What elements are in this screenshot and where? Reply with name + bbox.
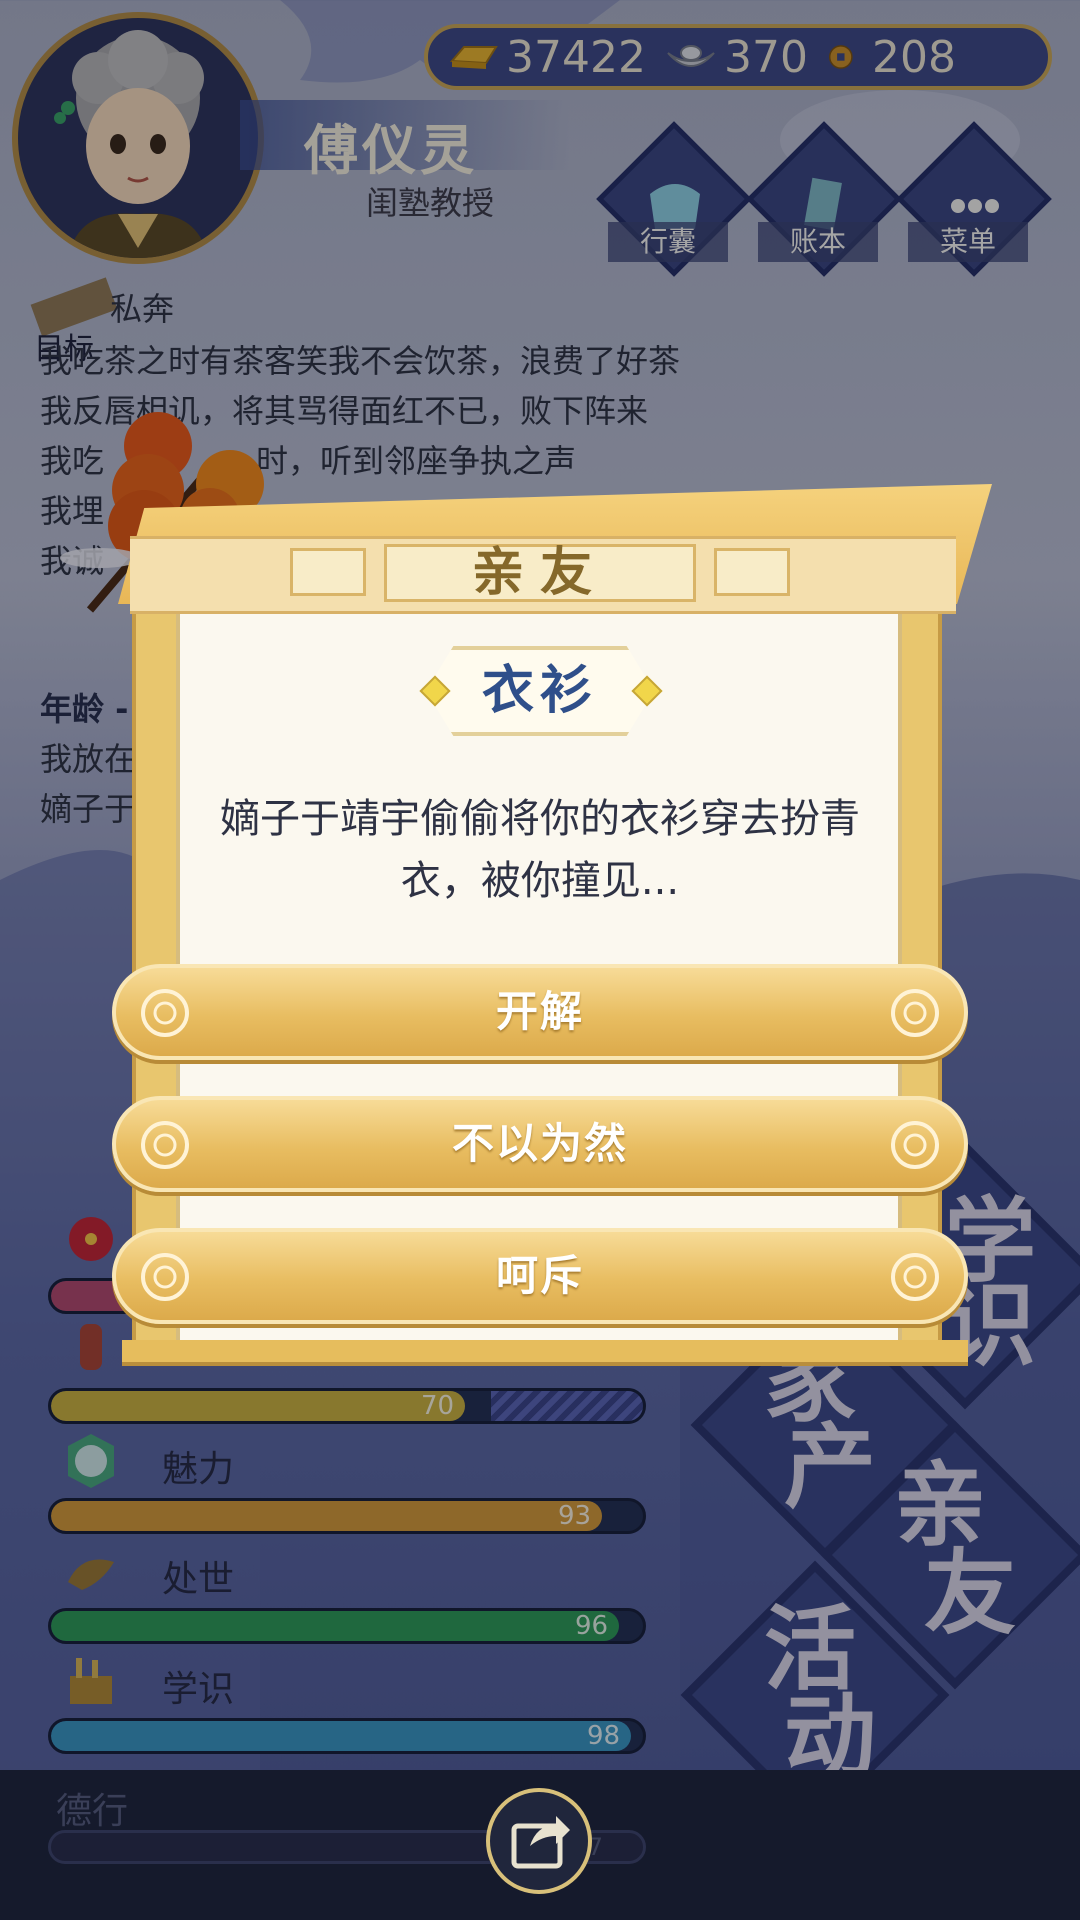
stat-label-virtue: 德行 [56, 1791, 129, 1832]
option-label-dismiss: 不以为然 [451, 1119, 628, 1168]
cloud-ornament-right-icon [891, 989, 939, 1037]
dialog-base [122, 1340, 968, 1366]
option-label-console: 开解 [495, 987, 584, 1036]
option-button-console[interactable]: 开解 [112, 964, 968, 1060]
option-button-scold[interactable]: 呵斥 [112, 1228, 968, 1324]
share-button[interactable] [486, 1788, 592, 1894]
cloud-ornament-right-icon [891, 1121, 939, 1169]
dialog-category: 亲友 [471, 543, 608, 603]
event-tag-title: 衣衫 [481, 661, 598, 721]
event-description: 嫡子于靖宇偷偷将你的衣衫穿去扮青衣，被你撞见... [220, 796, 860, 904]
cloud-ornament-right-icon [891, 1253, 939, 1301]
cloud-ornament-left-icon [141, 989, 189, 1037]
cloud-ornament-left-icon [141, 1253, 189, 1301]
header-left-plate [290, 548, 366, 596]
option-label-scold: 呵斥 [495, 1251, 584, 1300]
event-tag: 衣衫 [426, 646, 654, 736]
cloud-ornament-left-icon [141, 1121, 189, 1169]
header-right-plate [714, 548, 790, 596]
option-button-dismiss[interactable]: 不以为然 [112, 1096, 968, 1192]
dialog-category-plate: 亲友 [384, 544, 696, 602]
share-icon [511, 1816, 570, 1869]
